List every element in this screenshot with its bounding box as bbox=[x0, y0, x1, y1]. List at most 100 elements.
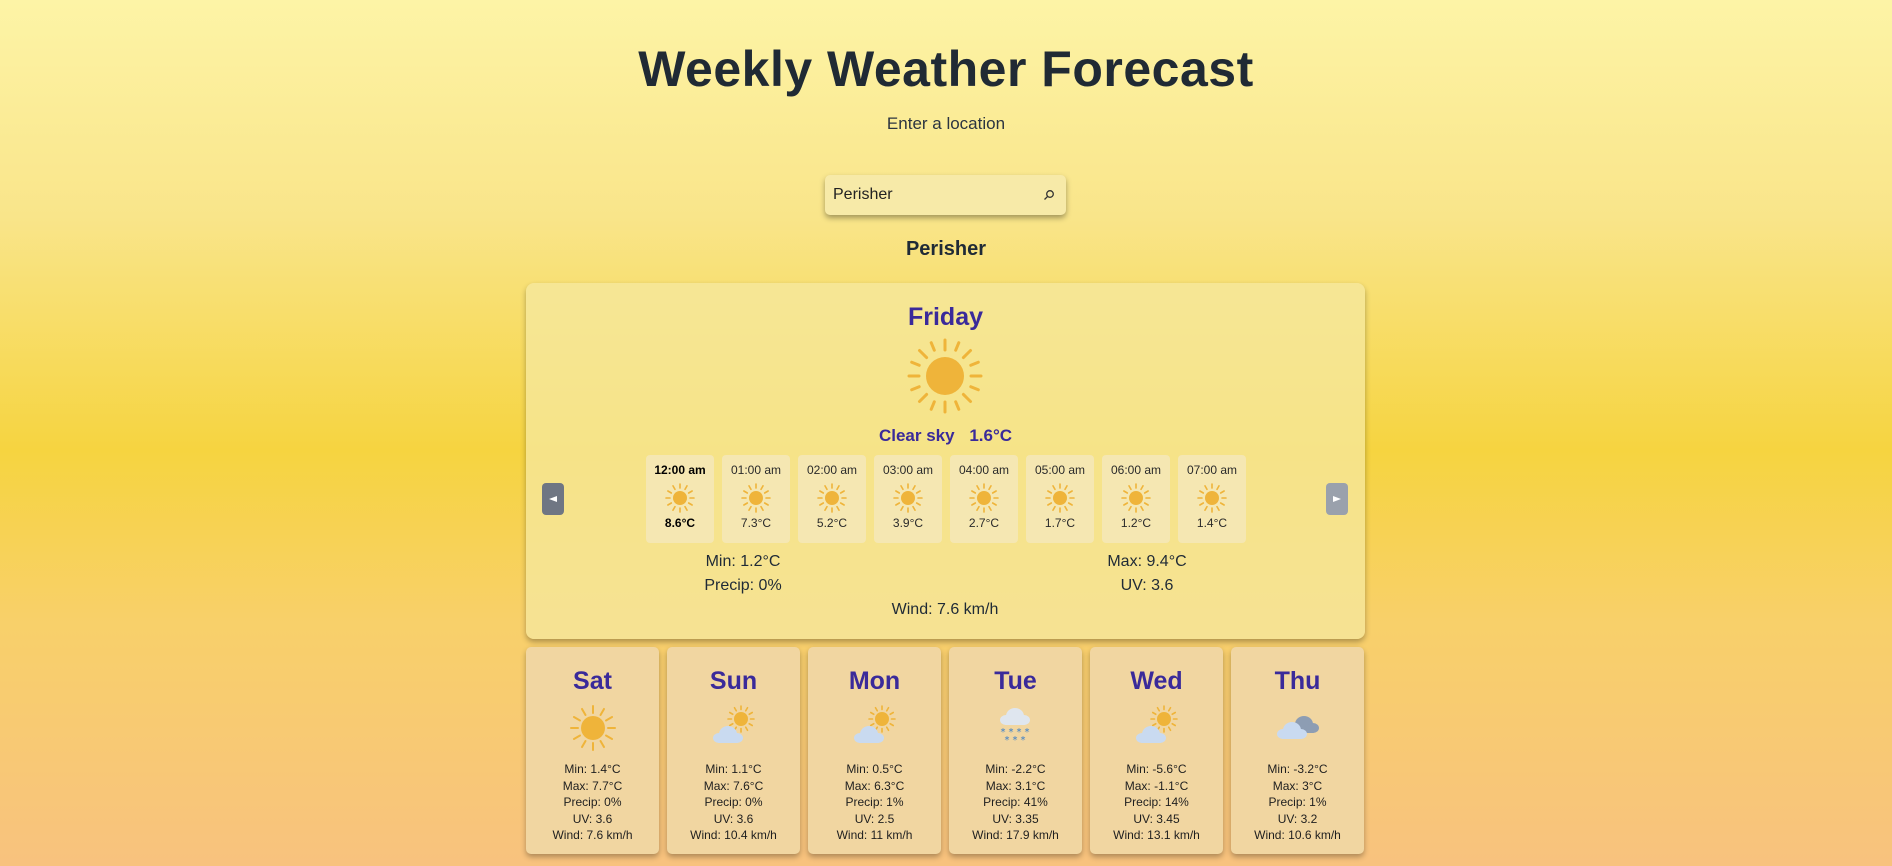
today-wind: Wind: 7.6 km/h bbox=[891, 601, 999, 618]
forecast-wind: Wind: 7.6 km/h bbox=[552, 828, 633, 842]
hour-time: 03:00 am bbox=[882, 463, 934, 477]
sun-icon bbox=[969, 483, 999, 513]
hour-card: 03:00 am 3.9°C bbox=[874, 455, 942, 543]
forecast-precip: Precip: 0% bbox=[704, 795, 763, 809]
forecast-precip: Precip: 1% bbox=[845, 795, 904, 809]
forecast-min: Min: -2.2°C bbox=[985, 762, 1046, 776]
hour-card: 05:00 am 1.7°C bbox=[1026, 455, 1094, 543]
forecast-min: Min: -3.2°C bbox=[1267, 762, 1328, 776]
forecast-max: Max: 3.1°C bbox=[985, 778, 1046, 793]
current-temperature: 1.6°C bbox=[969, 426, 1013, 445]
forecast-day-name: Sun bbox=[709, 667, 758, 695]
forecast-wind: Wind: 10.6 km/h bbox=[1254, 828, 1341, 842]
hour-card: 01:00 am 7.3°C bbox=[722, 455, 790, 543]
forecast-uv: UV: 3.2 bbox=[1277, 811, 1318, 826]
hour-temp: 7.3°C bbox=[740, 516, 772, 530]
sun-icon bbox=[569, 705, 616, 751]
hour-temp: 1.2°C bbox=[1120, 516, 1152, 530]
forecast-wind: Wind: 11 km/h bbox=[836, 828, 913, 842]
forecast-day-card: Sat Min: 1.4°C Max: 7.7°C Precip: 0% UV:… bbox=[526, 647, 659, 854]
hours-prev-button[interactable] bbox=[542, 483, 564, 515]
forecast-row: Sat Min: 1.4°C Max: 7.7°C Precip: 0% UV:… bbox=[526, 647, 1364, 854]
sun-icon bbox=[1197, 483, 1227, 513]
sun-icon bbox=[817, 483, 847, 513]
hour-temp: 8.6°C bbox=[664, 516, 696, 530]
hour-card: 04:00 am 2.7°C bbox=[950, 455, 1018, 543]
forecast-precip: Precip: 1% bbox=[1268, 795, 1327, 809]
forecast-max: Max: 6.3°C bbox=[844, 778, 905, 793]
sun-icon bbox=[893, 483, 923, 513]
hour-card: 06:00 am 1.2°C bbox=[1102, 455, 1170, 543]
hour-card: 07:00 am 1.4°C bbox=[1178, 455, 1246, 543]
hour-time: 07:00 am bbox=[1186, 463, 1238, 477]
forecast-min: Min: 1.1°C bbox=[705, 762, 762, 776]
page-title: Weekly Weather Forecast bbox=[638, 41, 1254, 97]
arrow-left-icon bbox=[549, 496, 557, 502]
forecast-precip: Precip: 14% bbox=[1124, 795, 1189, 809]
sun-icon bbox=[1121, 483, 1151, 513]
hour-card: 12:00 am 8.6°C bbox=[646, 455, 714, 543]
sun-icon bbox=[1045, 483, 1075, 513]
forecast-day-name: Sat bbox=[573, 667, 612, 695]
forecast-day-name: Tue bbox=[994, 667, 1037, 695]
snow-icon: * * * ** * * bbox=[999, 708, 1030, 746]
sun-icon bbox=[906, 337, 984, 415]
forecast-day-card: Wed Min: -5.6°C Max: -1.1°C Precip: 14% … bbox=[1090, 647, 1223, 854]
search-box bbox=[825, 175, 1066, 215]
forecast-day-card: Mon Min: 0.5°C Max: 6.3°C Precip: 1% UV:… bbox=[808, 647, 941, 854]
forecast-min: Min: 1.4°C bbox=[564, 762, 621, 776]
svg-text:*: * bbox=[1020, 735, 1025, 746]
forecast-day-card: Thu Min: -3.2°C Max: 3°C Precip: 1% UV: … bbox=[1231, 647, 1364, 854]
svg-text:*: * bbox=[1012, 735, 1017, 746]
forecast-uv: UV: 3.6 bbox=[713, 811, 754, 826]
forecast-precip: Precip: 0% bbox=[563, 795, 622, 809]
forecast-max: Max: 3°C bbox=[1272, 778, 1323, 793]
forecast-day-name: Mon bbox=[848, 667, 901, 695]
page-subtitle: Enter a location bbox=[886, 114, 1006, 133]
forecast-wind: Wind: 10.4 km/h bbox=[690, 828, 777, 842]
today-min: Min: 1.2°C bbox=[705, 553, 781, 570]
search-icon bbox=[1044, 190, 1054, 200]
hour-temp: 1.4°C bbox=[1196, 516, 1228, 530]
forecast-uv: UV: 3.6 bbox=[572, 811, 613, 826]
location-name: Perisher bbox=[905, 238, 987, 260]
svg-text:*: * bbox=[1004, 735, 1009, 746]
forecast-wind: Wind: 17.9 km/h bbox=[972, 828, 1059, 842]
forecast-uv: UV: 3.35 bbox=[992, 811, 1039, 826]
today-card: Friday Clear sky 1.6°C 12:00 am 8.6°C 01… bbox=[526, 283, 1365, 639]
hourly-strip: 12:00 am 8.6°C 01:00 am 7.3°C 02:00 am 5… bbox=[646, 455, 1246, 543]
search-input[interactable] bbox=[833, 180, 1040, 210]
forecast-precip: Precip: 41% bbox=[983, 795, 1048, 809]
hour-time: 12:00 am bbox=[654, 463, 706, 477]
hour-card: 02:00 am 5.2°C bbox=[798, 455, 866, 543]
forecast-max: Max: 7.6°C bbox=[703, 778, 764, 793]
forecast-max: Max: 7.7°C bbox=[562, 778, 623, 793]
forecast-min: Min: 0.5°C bbox=[846, 762, 903, 776]
forecast-wind: Wind: 13.1 km/h bbox=[1113, 828, 1200, 842]
partly-cloudy-icon bbox=[1135, 705, 1178, 743]
cloudy-icon bbox=[1276, 716, 1319, 739]
forecast-uv: UV: 3.45 bbox=[1133, 811, 1180, 826]
arrow-right-icon bbox=[1333, 496, 1341, 502]
forecast-day-card: Tue * * * * * * * Min: -2.2°C Max: 3.1°C Preci… bbox=[949, 647, 1082, 854]
today-condition: Clear sky 1.6°C bbox=[526, 426, 1365, 446]
partly-cloudy-icon bbox=[853, 705, 896, 743]
sun-icon bbox=[665, 483, 695, 513]
forecast-day-name: Thu bbox=[1274, 667, 1321, 695]
hour-time: 06:00 am bbox=[1110, 463, 1162, 477]
forecast-uv: UV: 2.5 bbox=[854, 811, 895, 826]
hour-temp: 2.7°C bbox=[968, 516, 1000, 530]
hours-next-button[interactable] bbox=[1326, 483, 1348, 515]
today-precip: Precip: 0% bbox=[704, 577, 782, 594]
forecast-max: Max: -1.1°C bbox=[1124, 778, 1189, 793]
today-day-name: Friday bbox=[907, 303, 984, 331]
hour-temp: 3.9°C bbox=[892, 516, 924, 530]
hour-time: 01:00 am bbox=[730, 463, 782, 477]
hour-time: 02:00 am bbox=[806, 463, 858, 477]
search-button[interactable] bbox=[1040, 183, 1058, 207]
forecast-min: Min: -5.6°C bbox=[1126, 762, 1187, 776]
hour-time: 04:00 am bbox=[958, 463, 1010, 477]
hour-temp: 5.2°C bbox=[816, 516, 848, 530]
today-uv: UV: 3.6 bbox=[1120, 577, 1174, 594]
hour-time: 05:00 am bbox=[1034, 463, 1086, 477]
